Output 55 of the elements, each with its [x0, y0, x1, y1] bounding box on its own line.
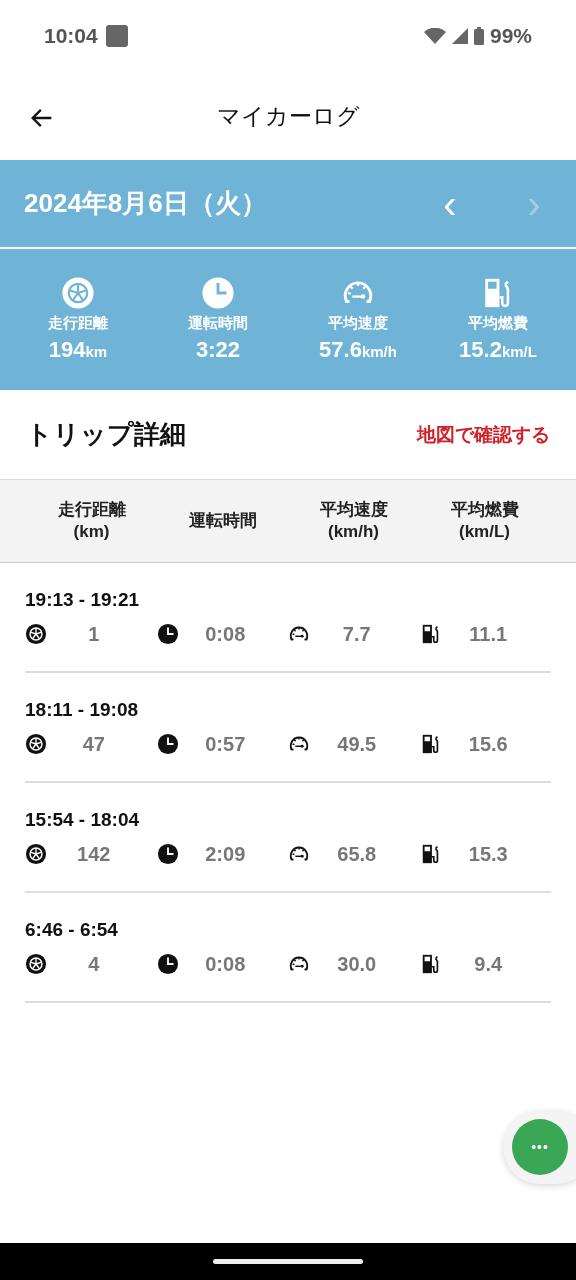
- clock-icon: [156, 623, 179, 645]
- battery-percent: 99%: [489, 24, 532, 48]
- table-cell-text: 9.4: [473, 952, 504, 976]
- column-header: 平均燃費 (km/L): [449, 498, 520, 543]
- table-cell-text: 47: [81, 732, 106, 756]
- tire-icon: [61, 276, 95, 310]
- trip-time: 6:46 - 6:54: [25, 918, 119, 941]
- tire-icon: [25, 843, 47, 865]
- table-cell-text: 15.6: [467, 732, 509, 756]
- table-cell-text: 1: [87, 622, 101, 646]
- notification-icon: [105, 25, 128, 47]
- clock-icon: [156, 843, 179, 865]
- tire-icon: [25, 953, 47, 975]
- stat-label: 運転時間: [188, 314, 248, 333]
- table-cell-text: 15.3: [467, 842, 509, 866]
- status-time: 10:04: [44, 24, 98, 48]
- more-button[interactable]: •••: [512, 1119, 568, 1175]
- table-cell-text: 0:57: [204, 732, 247, 756]
- signal-icon: [451, 28, 468, 44]
- stat-value: 57.6km/h: [319, 337, 397, 363]
- wifi-icon: [423, 28, 446, 44]
- trip-time: 15:54 - 18:04: [25, 808, 141, 831]
- screen-title: マイカーログ: [216, 101, 360, 131]
- column-header: 運転時間: [187, 509, 258, 532]
- clock-icon: [156, 733, 179, 755]
- battery-icon: [473, 27, 484, 45]
- clock-icon: [201, 276, 235, 310]
- table-cell-text: 2:09: [204, 842, 247, 866]
- map-link[interactable]: 地図で確認する: [417, 421, 550, 448]
- clock-icon: [156, 953, 179, 975]
- stat-value: 15.2km/L: [459, 337, 537, 363]
- stat-value: 3:22: [195, 337, 240, 363]
- table-cell-text: 30.0: [336, 952, 378, 976]
- column-header: 平均速度 (km/h): [318, 498, 389, 543]
- stat-value: 194km: [48, 337, 108, 363]
- stat-label: 平均速度: [328, 314, 388, 333]
- date-label: 2024年8月6日（火）: [24, 187, 268, 220]
- trip-time: 19:13 - 19:21: [25, 588, 141, 611]
- table-cell-text: 49.5: [336, 732, 378, 756]
- previous-day-button[interactable]: ‹: [432, 181, 468, 226]
- table-cell-text: 0:08: [204, 952, 247, 976]
- table-cell-text: 11.1: [468, 622, 509, 646]
- table-cell-text: 4: [87, 952, 101, 976]
- table-cell-text: 65.8: [336, 842, 378, 866]
- stat-label: 走行距離: [48, 314, 108, 333]
- table-cell-text: 142: [76, 842, 112, 866]
- home-handle[interactable]: [213, 1259, 363, 1264]
- column-header: 走行距離 (km): [56, 498, 127, 543]
- tire-icon: [25, 623, 47, 645]
- trip-time: 18:11 - 19:08: [25, 698, 140, 721]
- section-title: トリップ詳細: [26, 418, 186, 451]
- table-cell-text: 7.7: [341, 622, 372, 646]
- stat-label: 平均燃費: [468, 314, 528, 333]
- table-cell-text: 0:08: [204, 622, 247, 646]
- tire-icon: [25, 733, 47, 755]
